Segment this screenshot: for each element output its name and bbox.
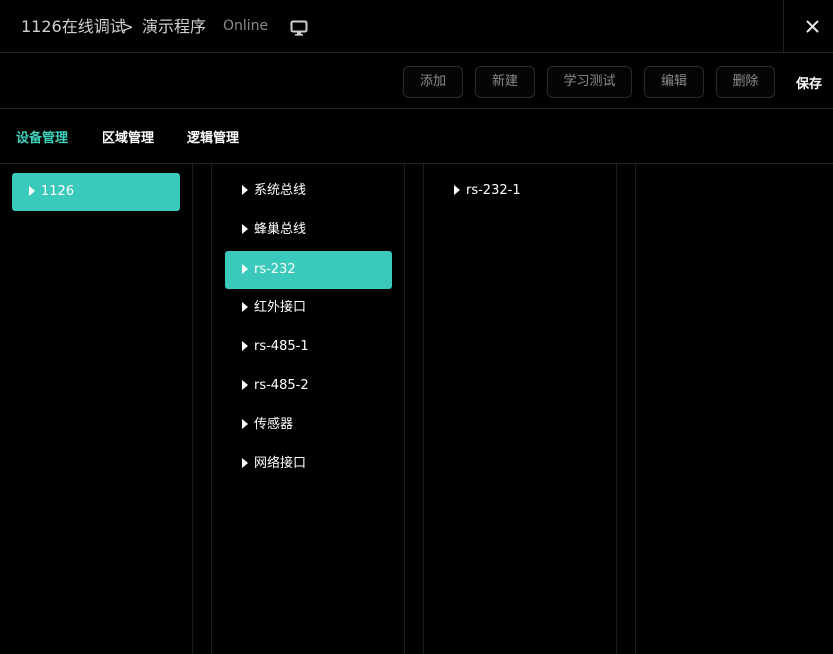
- bus-item-label: 网络接口: [254, 456, 307, 471]
- tab-area-management[interactable]: 区域管理: [102, 127, 154, 146]
- bus-item-system-bus[interactable]: 系统总线: [225, 172, 392, 210]
- breadcrumb-root[interactable]: 1126在线调试: [21, 16, 126, 38]
- monitor-icon[interactable]: [290, 20, 308, 40]
- bus-item-rs-485-1[interactable]: rs-485-1: [225, 328, 392, 366]
- breadcrumb-current: 演示程序: [142, 17, 207, 36]
- tab-logic-management[interactable]: 逻辑管理: [187, 127, 239, 146]
- tab-device-management[interactable]: 设备管理: [16, 127, 68, 146]
- device-item-1126[interactable]: 1126: [12, 173, 180, 211]
- close-icon[interactable]: [800, 14, 824, 38]
- connection-status: Online: [223, 18, 269, 34]
- bus-item-label: 蜂巢总线: [254, 222, 307, 237]
- column-divider: [423, 164, 424, 654]
- caret-right-icon: [242, 340, 248, 351]
- port-item-label: rs-232-1: [466, 183, 521, 198]
- bus-item-sensor[interactable]: 传感器: [225, 406, 392, 444]
- caret-right-icon: [242, 223, 248, 234]
- title-bar: 1126在线调试 > 演示程序 Online: [0, 0, 833, 53]
- column-divider: [616, 164, 617, 654]
- toolbar: 添加 新建 学习测试 编辑 删除 保存: [0, 53, 833, 109]
- caret-right-icon: [242, 418, 248, 429]
- add-button[interactable]: 添加: [403, 66, 463, 98]
- bus-item-label: rs-485-1: [254, 339, 309, 354]
- caret-right-icon: [242, 263, 248, 274]
- caret-right-icon: [242, 184, 248, 195]
- bus-item-label: 红外接口: [254, 300, 307, 315]
- breadcrumb-separator-icon: >: [121, 18, 134, 36]
- new-button[interactable]: 新建: [475, 66, 535, 98]
- caret-right-icon: [242, 379, 248, 390]
- save-button[interactable]: 保存: [796, 73, 822, 92]
- bus-item-rs-485-2[interactable]: rs-485-2: [225, 367, 392, 405]
- delete-button[interactable]: 删除: [716, 66, 775, 98]
- bus-item-label: rs-232: [254, 262, 296, 277]
- bus-item-network[interactable]: 网络接口: [225, 445, 392, 483]
- bus-item-rs-232[interactable]: rs-232: [225, 251, 392, 289]
- title-divider: [783, 0, 784, 53]
- column-divider: [192, 164, 193, 654]
- caret-right-icon: [242, 457, 248, 468]
- device-item-label: 1126: [41, 184, 75, 199]
- bus-item-infrared[interactable]: 红外接口: [225, 289, 392, 327]
- bus-item-hive-bus[interactable]: 蜂巢总线: [225, 211, 392, 249]
- learn-test-button[interactable]: 学习测试: [547, 66, 632, 98]
- bus-item-label: 系统总线: [254, 183, 307, 198]
- column-divider: [635, 164, 636, 654]
- caret-right-icon: [242, 301, 248, 312]
- caret-right-icon: [454, 184, 460, 195]
- bus-item-label: rs-485-2: [254, 378, 309, 393]
- tab-bar: 设备管理 区域管理 逻辑管理: [0, 109, 833, 164]
- column-divider: [211, 164, 212, 654]
- column-divider: [404, 164, 405, 654]
- edit-button[interactable]: 编辑: [644, 66, 704, 98]
- port-item-rs-232-1[interactable]: rs-232-1: [437, 172, 607, 210]
- caret-right-icon: [29, 185, 35, 196]
- bus-item-label: 传感器: [254, 417, 294, 432]
